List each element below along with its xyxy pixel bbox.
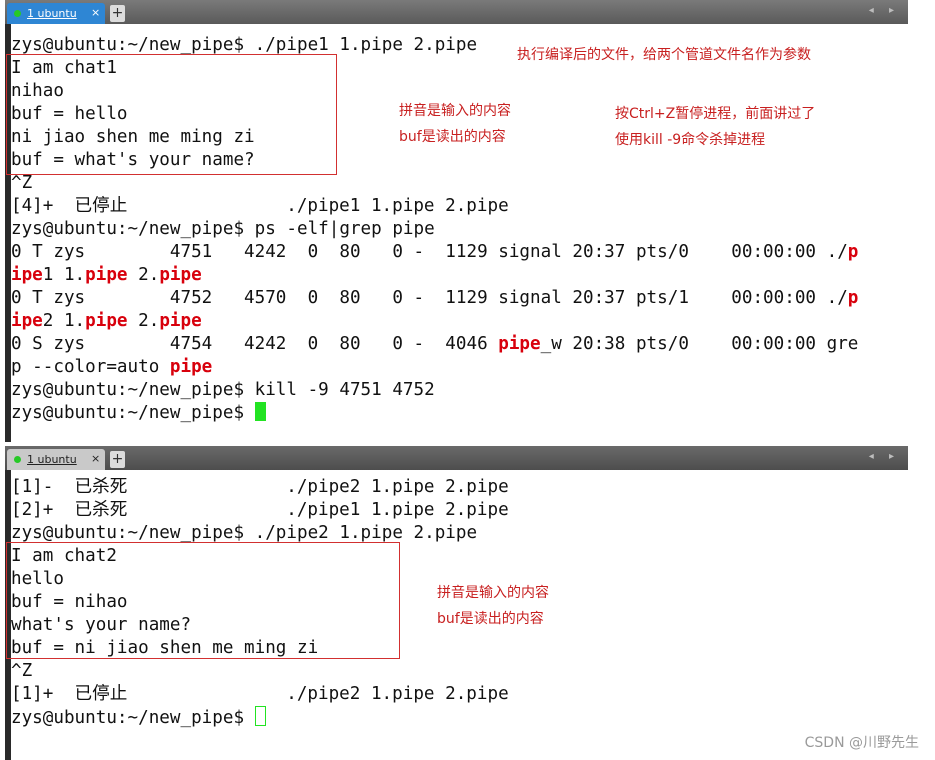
ps-row-1: 0 T zys 4751 4242 0 80 0 - 1129 signal 2… bbox=[11, 242, 859, 285]
annotation-note: 执行编译后的文件，给两个管道文件名作为参数 bbox=[517, 47, 811, 63]
terminal-line: ^Z bbox=[11, 173, 33, 193]
tab-ubuntu-bottom[interactable]: 1 ubuntu × bbox=[7, 449, 105, 470]
terminal-line: [1]- 已杀死 ./pipe2 1.pipe 2.pipe bbox=[11, 477, 509, 497]
tab-nav-arrows-icon[interactable]: ◂ ▸ bbox=[869, 451, 900, 462]
annotation-note: 拼音是输入的内容 bbox=[437, 585, 549, 601]
annotation-note: 使用kill -9命令杀掉进程 bbox=[615, 132, 766, 148]
annotation-note: 拼音是输入的内容 bbox=[399, 103, 511, 119]
tab-nav-arrows-icon[interactable]: ◂ ▸ bbox=[869, 5, 900, 16]
tab-bar-bottom: 1 ubuntu × + ◂ ▸ bbox=[5, 446, 908, 470]
terminal-pane-bottom[interactable]: 1 ubuntu × + ◂ ▸ [1]- 已杀死 ./pipe2 1.pipe… bbox=[5, 446, 908, 760]
close-icon[interactable]: × bbox=[91, 6, 100, 19]
annotation-note: buf是读出的内容 bbox=[437, 611, 544, 627]
terminal-line: zys@ubuntu:~/new_pipe$ ./pipe2 1.pipe 2.… bbox=[11, 523, 478, 543]
tab-label: 1 ubuntu bbox=[27, 453, 77, 466]
watermark: CSDN @川野先生 bbox=[804, 735, 919, 751]
cursor-icon bbox=[254, 402, 266, 421]
close-icon[interactable]: × bbox=[91, 452, 100, 465]
tab-label: 1 ubuntu bbox=[27, 7, 77, 20]
highlight-box bbox=[6, 542, 400, 659]
new-tab-button[interactable]: + bbox=[110, 451, 125, 468]
terminal-line: zys@ubuntu:~/new_pipe$ ./pipe1 1.pipe 2.… bbox=[11, 35, 478, 55]
cursor-icon bbox=[254, 706, 266, 726]
terminal-pane-top[interactable]: 1 ubuntu × + ◂ ▸ zys@ubuntu:~/new_pipe$ … bbox=[5, 0, 908, 442]
terminal-line: [1]+ 已停止 ./pipe2 1.pipe 2.pipe bbox=[11, 684, 509, 704]
annotation-note: buf是读出的内容 bbox=[399, 129, 506, 145]
tab-ubuntu-top[interactable]: 1 ubuntu × bbox=[7, 3, 105, 24]
terminal-line: ^Z bbox=[11, 661, 33, 681]
terminal-line: [4]+ 已停止 ./pipe1 1.pipe 2.pipe bbox=[11, 196, 509, 216]
ps-row-2: 0 T zys 4752 4570 0 80 0 - 1129 signal 2… bbox=[11, 288, 859, 331]
prompt: zys@ubuntu:~/new_pipe$ bbox=[11, 708, 255, 728]
highlight-box bbox=[6, 54, 337, 175]
ps-row-3: 0 S zys 4754 4242 0 80 0 - 4046 pipe_w 2… bbox=[11, 334, 859, 377]
new-tab-button[interactable]: + bbox=[110, 5, 125, 22]
tab-bar-top: 1 ubuntu × + ◂ ▸ bbox=[5, 0, 908, 24]
terminal-line: zys@ubuntu:~/new_pipe$ ps -elf|grep pipe bbox=[11, 219, 435, 239]
terminal-line: zys@ubuntu:~/new_pipe$ kill -9 4751 4752 bbox=[11, 380, 435, 400]
terminal-line: [2]+ 已杀死 ./pipe1 1.pipe 2.pipe bbox=[11, 500, 509, 520]
status-dot-icon bbox=[14, 10, 21, 17]
status-dot-icon bbox=[14, 456, 21, 463]
annotation-note: 按Ctrl+Z暂停进程，前面讲过了 bbox=[615, 106, 816, 122]
prompt: zys@ubuntu:~/new_pipe$ bbox=[11, 403, 255, 423]
